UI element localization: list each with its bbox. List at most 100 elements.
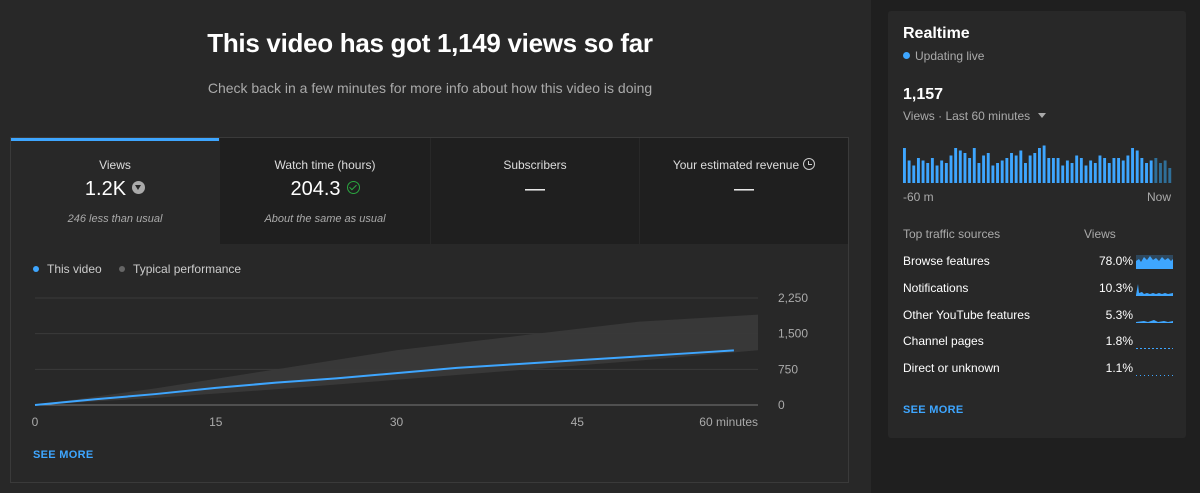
realtime-bar [1121,160,1125,183]
main-panel: This video has got 1,149 views so far Ch… [0,0,871,493]
realtime-views-count: 1,157 [903,86,944,103]
realtime-bar [1051,158,1055,183]
realtime-bar [940,160,944,183]
realtime-bar [1112,158,1116,183]
realtime-bar [954,148,958,183]
traffic-source-pct: 78.0% [1098,254,1133,268]
realtime-bar [982,155,986,183]
traffic-row[interactable]: Browse features 78.0% [903,251,1173,271]
realtime-bar [1075,155,1079,183]
realtime-bar [1033,153,1037,183]
realtime-bar [1093,163,1097,183]
realtime-bar [1047,158,1051,183]
realtime-bar [1154,158,1158,183]
legend-this-video-dot [33,266,39,272]
realtime-see-more-link[interactable]: SEE MORE [903,404,963,416]
traffic-row[interactable]: Channel pages 1.8% [903,331,1173,351]
realtime-bar [1005,158,1009,183]
arrow-down-circle-icon [132,181,146,195]
realtime-bar [1010,153,1013,183]
chart-y-tick-label: 0 [778,398,785,412]
clock-icon [803,157,816,170]
traffic-row[interactable]: Notifications 10.3% [903,278,1173,298]
chart-x-tick-label: 30 [390,415,404,429]
chart-see-more-link[interactable]: SEE MORE [33,449,93,461]
realtime-bar [1079,158,1083,183]
tab-views-value: 1.2K [84,178,127,200]
tab-revenue-value: — [734,178,754,200]
realtime-bar [1103,158,1107,183]
realtime-bar [1135,150,1139,183]
legend-this-video: This video [33,262,102,276]
realtime-bar [930,158,934,183]
legend-typical-label: Typical performance [133,262,242,276]
realtime-axis-start: -60 m [903,190,934,204]
live-dot-icon [903,52,910,59]
realtime-bar [1038,148,1041,183]
realtime-bar [1042,145,1046,183]
tab-subscribers[interactable]: Subscribers — [431,138,639,244]
tab-watch-time-note: About the same as usual [264,213,386,225]
legend-this-video-label: This video [47,262,102,276]
traffic-row[interactable]: Other YouTube features 5.3% [903,305,1173,325]
realtime-bar [986,153,990,183]
realtime-bar [935,165,939,183]
realtime-live-label: Updating live [915,49,985,63]
realtime-bar [968,158,972,183]
traffic-sparkline [1136,348,1173,349]
chart-x-tick-label: 0 [32,415,39,429]
tab-revenue[interactable]: Your estimated revenue — [640,138,848,244]
traffic-source-pct: 10.3% [1098,281,1133,295]
chart-x-tick-label: 60 minutes [699,415,758,429]
traffic-sparkline [1136,320,1173,323]
realtime-bar [907,160,911,183]
realtime-bar [1028,155,1032,183]
realtime-bar [1024,163,1027,183]
chart-legend: This video Typical performance [33,262,255,276]
realtime-bar [963,153,967,183]
chart-y-tick-label: 750 [778,362,798,376]
realtime-bar-chart [903,145,1172,183]
tab-watch-time[interactable]: Watch time (hours) 204.3 About the same … [220,138,430,244]
realtime-bar [1070,163,1074,183]
realtime-bar [1056,158,1060,183]
realtime-bar [1168,168,1172,183]
traffic-row[interactable]: Direct or unknown 1.1% [903,358,1173,378]
realtime-bar [912,165,916,183]
chart-y-tick-label: 2,250 [778,291,808,305]
realtime-bar [972,148,976,183]
realtime-bar [1065,160,1069,183]
tab-views[interactable]: Views 1.2K 246 less than usual [11,138,219,244]
realtime-card: Realtime Updating live 1,157 Views · Las… [888,11,1186,438]
realtime-bar [1014,155,1018,183]
traffic-sparkline [1136,255,1173,269]
realtime-bar [1131,148,1134,183]
realtime-title: Realtime [903,25,970,42]
realtime-bar [1163,160,1167,183]
traffic-source-name: Other YouTube features [903,308,1030,322]
legend-typical: Typical performance [119,262,241,276]
traffic-sparkline [1136,375,1173,376]
realtime-period-dropdown[interactable]: Views · Last 60 minutes [903,109,1047,123]
realtime-bar [1140,158,1144,183]
realtime-bar [1089,160,1093,183]
realtime-bar [1117,158,1121,183]
chart-x-tick-label: 15 [209,415,223,429]
traffic-source-name: Browse features [903,254,990,268]
realtime-bar [1000,160,1004,183]
tab-watch-time-label: Watch time (hours) [274,158,376,172]
realtime-live-status: Updating live [903,49,984,63]
realtime-bar [1159,163,1162,183]
realtime-bar [958,150,962,183]
legend-typical-dot [119,266,126,272]
realtime-bar [996,163,999,183]
realtime-bar [921,160,925,183]
page-title: This video has got 1,149 views so far [207,28,653,58]
typical-performance-band [35,314,758,405]
realtime-bar [1145,163,1148,183]
realtime-bar [916,158,920,183]
traffic-source-pct: 1.8% [1105,334,1133,348]
realtime-bar [944,163,948,183]
check-circle-icon [346,181,360,195]
chart-x-tick-label: 45 [571,415,585,429]
